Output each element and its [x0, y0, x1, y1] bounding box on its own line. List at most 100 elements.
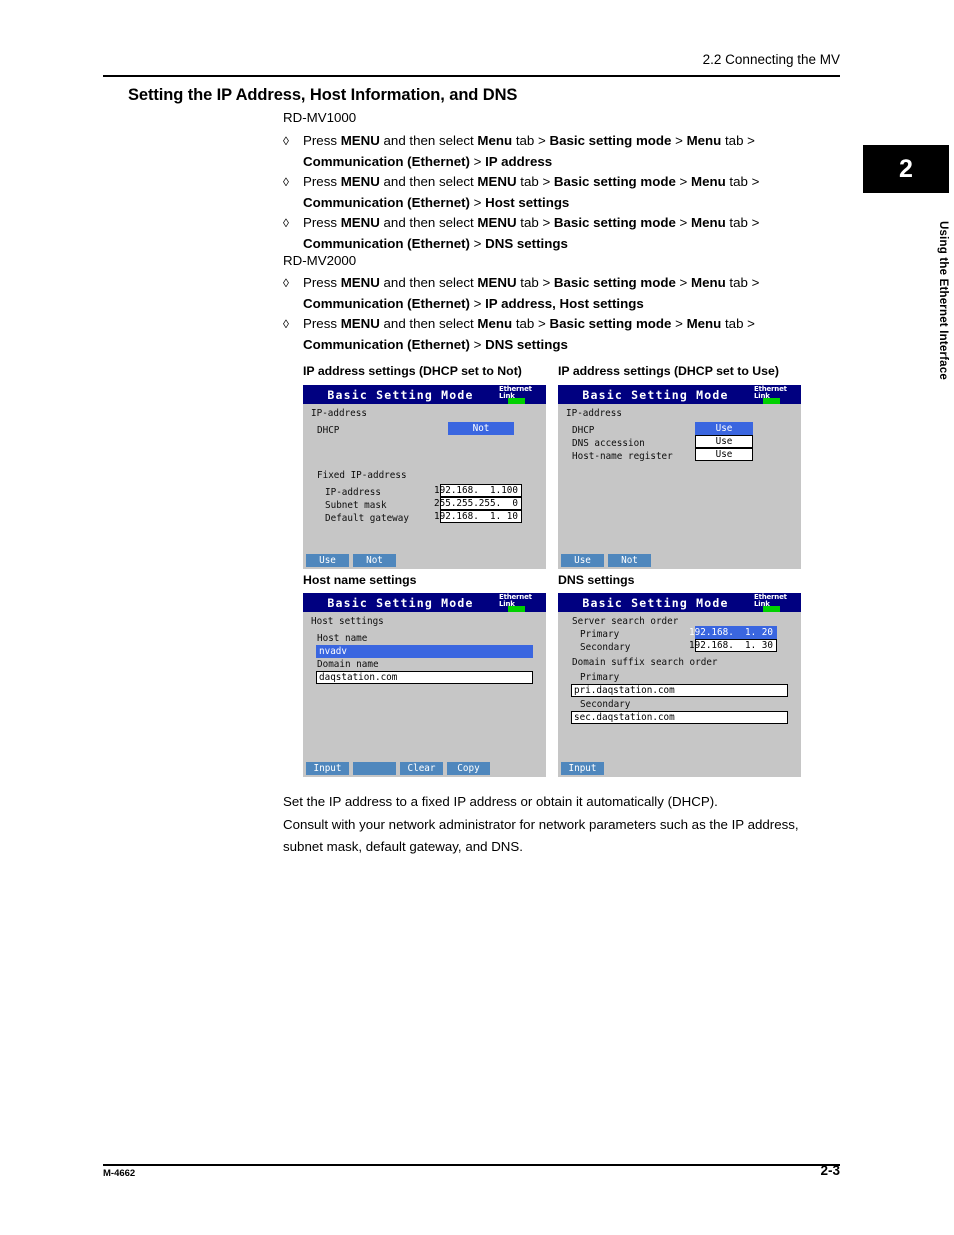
- softkey-input[interactable]: Input: [306, 762, 351, 775]
- dns-accession-label: DNS accession: [572, 438, 645, 449]
- ethernet-link-indicator: Ethernet Link: [754, 385, 800, 404]
- lcd-softkey-bar: Use Not: [303, 553, 546, 569]
- document-number: M-4662: [103, 1168, 136, 1179]
- lcd-softkey-bar: Input Clear Copy: [303, 761, 546, 777]
- instruction-line-2: Communication (Ethernet) > Host settings: [303, 194, 570, 210]
- suffix-primary-field[interactable]: pri.daqstation.com: [571, 684, 788, 697]
- ip-address-label: IP-address: [325, 487, 381, 498]
- closing-line-1: Set the IP address to a fixed IP address…: [283, 794, 718, 809]
- dhcp-label: DHCP: [317, 425, 340, 436]
- instruction-line-2: Communication (Ethernet) > DNS settings: [303, 336, 568, 352]
- host-name-label: Host name: [317, 633, 368, 644]
- instruction-line-1: Press MENU and then select MENU tab > Ba…: [303, 215, 760, 230]
- caption-ip-dhcp-not: IP address settings (DHCP set to Not): [303, 364, 522, 378]
- lcd-content: IP-address DHCP Not Fixed IP-address IP-…: [303, 404, 546, 553]
- softkey-input[interactable]: Input: [561, 762, 606, 775]
- lcd-title-text: Basic Setting Mode: [327, 595, 474, 610]
- instruction-line-2: Communication (Ethernet) > IP address: [303, 153, 553, 169]
- host-settings-heading: Host settings: [311, 616, 384, 627]
- host-name-register-field[interactable]: Use: [695, 448, 753, 461]
- subnet-mask-label: Subnet mask: [325, 500, 387, 511]
- lcd-title-bar: Basic Setting Mode Ethernet Link: [558, 385, 801, 404]
- chapter-title-vertical: Using the Ethernet Interface: [937, 220, 949, 380]
- softkey-not[interactable]: Not: [353, 554, 398, 567]
- suffix-primary-label: Primary: [580, 672, 620, 683]
- ethernet-link-indicator: Ethernet Link: [754, 593, 800, 612]
- diamond-bullet-icon: ◊: [283, 216, 289, 230]
- instruction-line-2: Communication (Ethernet) > DNS settings: [303, 235, 568, 251]
- lcd-content: Host settings Host name nvadv Domain nam…: [303, 612, 546, 761]
- secondary-server-field[interactable]: 192.168. 1. 30: [689, 639, 777, 652]
- domain-name-label: Domain name: [317, 659, 379, 670]
- softkey-use[interactable]: Use: [561, 554, 606, 567]
- diamond-bullet-icon: ◊: [283, 317, 289, 331]
- running-head: 2.2 Connecting the MV: [702, 52, 840, 67]
- chapter-number-tab: 2: [863, 145, 949, 193]
- dns-accession-field[interactable]: Use: [695, 435, 753, 448]
- instruction-item: ◊ Press MENU and then select MENU tab > …: [283, 273, 858, 314]
- instruction-item: ◊ Press MENU and then select MENU tab > …: [283, 213, 858, 254]
- lcd-content: IP-address DHCP Use DNS accession Use Ho…: [558, 404, 801, 553]
- lcd-title-text: Basic Setting Mode: [582, 595, 729, 610]
- caption-host-name-settings: Host name settings: [303, 573, 417, 587]
- softkey-clear[interactable]: Clear: [400, 762, 445, 775]
- primary-server-field[interactable]: 192.168. 1. 20: [689, 626, 777, 639]
- ip-address-heading: IP-address: [566, 408, 622, 419]
- page-number: 2-3: [820, 1163, 840, 1178]
- subnet-mask-field[interactable]: 255.255.255. 0: [434, 497, 522, 510]
- dhcp-value-field[interactable]: Not: [448, 422, 514, 435]
- instruction-line-1: Press MENU and then select Menu tab > Ba…: [303, 316, 755, 331]
- default-gateway-field[interactable]: 192.168. 1. 10: [434, 510, 522, 523]
- suffix-secondary-label: Secondary: [580, 699, 631, 710]
- ip-address-field[interactable]: 192.168. 1.100: [434, 484, 522, 497]
- domain-suffix-heading: Domain suffix search order: [572, 657, 718, 668]
- softkey-use[interactable]: Use: [306, 554, 351, 567]
- default-gateway-label: Default gateway: [325, 513, 409, 524]
- softkey-blank[interactable]: [353, 762, 398, 775]
- instruction-line-1: Press MENU and then select MENU tab > Ba…: [303, 174, 760, 189]
- caption-dns-settings: DNS settings: [558, 573, 635, 587]
- secondary-server-label: Secondary: [580, 642, 631, 653]
- lcd-panel-dns-settings: Basic Setting Mode Ethernet Link Server …: [558, 593, 801, 777]
- ip-address-heading: IP-address: [311, 408, 367, 419]
- ethernet-link-indicator: Ethernet Link: [499, 385, 545, 404]
- instruction-line-1: Press MENU and then select Menu tab > Ba…: [303, 133, 755, 148]
- server-search-order-heading: Server search order: [572, 616, 679, 627]
- suffix-secondary-field[interactable]: sec.daqstation.com: [571, 711, 788, 724]
- lcd-panel-ip-dhcp-not: Basic Setting Mode Ethernet Link IP-addr…: [303, 385, 546, 569]
- diamond-bullet-icon: ◊: [283, 175, 289, 189]
- domain-name-field[interactable]: daqstation.com: [316, 671, 533, 684]
- lcd-title-text: Basic Setting Mode: [327, 387, 474, 402]
- instruction-item: ◊ Press MENU and then select MENU tab > …: [283, 172, 858, 213]
- instruction-line-2: Communication (Ethernet) > IP address, H…: [303, 295, 644, 311]
- closing-paragraph: Set the IP address to a fixed IP address…: [283, 791, 858, 859]
- instruction-line-1: Press MENU and then select MENU tab > Ba…: [303, 275, 760, 290]
- diamond-bullet-icon: ◊: [283, 134, 289, 148]
- closing-line-2: Consult with your network administrator …: [283, 816, 799, 832]
- model-label-mv2000: RD-MV2000: [283, 253, 357, 268]
- lcd-title-text: Basic Setting Mode: [582, 387, 729, 402]
- softkey-not[interactable]: Not: [608, 554, 653, 567]
- lcd-softkey-bar: Use Not: [558, 553, 801, 569]
- host-name-register-label: Host-name register: [572, 451, 673, 462]
- softkey-copy[interactable]: Copy: [447, 762, 492, 775]
- instruction-item: ◊ Press MENU and then select Menu tab > …: [283, 131, 858, 172]
- caption-ip-dhcp-use: IP address settings (DHCP set to Use): [558, 364, 779, 378]
- chapter-number: 2: [899, 154, 913, 183]
- header-divider: [103, 75, 840, 77]
- primary-server-label: Primary: [580, 629, 620, 640]
- fixed-ip-heading: Fixed IP-address: [317, 470, 407, 481]
- diamond-bullet-icon: ◊: [283, 276, 289, 290]
- closing-line-3: subnet mask, default gateway, and DNS.: [283, 839, 523, 854]
- lcd-title-bar: Basic Setting Mode Ethernet Link: [303, 593, 546, 612]
- model-label-mv1000: RD-MV1000: [283, 110, 357, 125]
- lcd-title-bar: Basic Setting Mode Ethernet Link: [303, 385, 546, 404]
- lcd-title-bar: Basic Setting Mode Ethernet Link: [558, 593, 801, 612]
- lcd-softkey-bar: Input: [558, 761, 801, 777]
- lcd-panel-ip-dhcp-use: Basic Setting Mode Ethernet Link IP-addr…: [558, 385, 801, 569]
- host-name-field[interactable]: nvadv: [316, 645, 533, 658]
- dhcp-label: DHCP: [572, 425, 595, 436]
- lcd-panel-host-settings: Basic Setting Mode Ethernet Link Host se…: [303, 593, 546, 777]
- lcd-content: Server search order Primary 192.168. 1. …: [558, 612, 801, 761]
- dhcp-value-field[interactable]: Use: [695, 422, 753, 435]
